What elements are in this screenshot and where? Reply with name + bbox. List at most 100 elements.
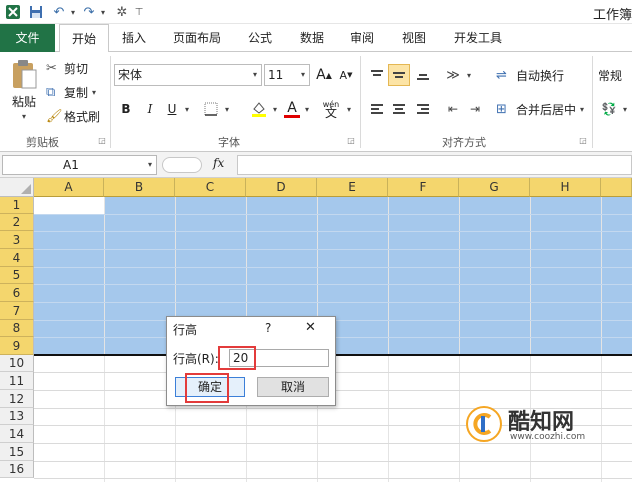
merge-center-dropdown-icon[interactable]: ▾ [580,105,584,114]
increase-indent-icon[interactable]: ⇥ [464,98,486,120]
name-box[interactable]: A1 ▾ [2,155,157,175]
text-orientation-icon[interactable]: ≫ [442,64,464,86]
italic-button[interactable]: I [140,98,160,120]
number-format-combo[interactable]: 常规 [598,64,632,86]
decrease-indent-icon[interactable]: ⇤ [442,98,464,120]
fill-color-icon[interactable] [248,98,270,120]
align-center-icon[interactable] [388,98,410,120]
increase-font-size-icon[interactable]: A ▲ [314,64,334,86]
row-header-14[interactable]: 14 [0,425,34,443]
font-size-dropdown-icon[interactable]: ▾ [301,65,305,85]
gridline [34,478,632,479]
insert-function-icon[interactable]: fx [213,156,224,170]
tab-file[interactable]: 文件 [0,24,55,52]
fill-color-dropdown-icon[interactable]: ▾ [270,98,280,120]
accounting-format-icon[interactable]: 💱 [598,98,620,120]
column-header-a[interactable]: A [34,178,104,197]
tab-view[interactable]: 视图 [392,24,436,52]
help-icon[interactable]: ? [265,321,271,335]
column-header-i[interactable] [601,178,632,197]
scissors-icon: ✂ [46,60,57,76]
underline-dropdown-icon[interactable]: ▾ [182,98,192,120]
font-color-button[interactable]: A [282,98,302,120]
orientation-dropdown-icon[interactable]: ▾ [464,64,474,86]
column-header-d[interactable]: D [246,178,317,197]
tab-formulas[interactable]: 公式 [238,24,282,52]
tools-icon[interactable]: ✲ [112,2,132,22]
excel-icon[interactable] [3,2,23,22]
font-launcher-icon[interactable]: ◲ [346,134,356,146]
formula-input[interactable] [237,155,632,175]
align-middle-icon[interactable] [388,64,410,86]
paste-icon[interactable] [6,56,42,92]
row-header-8[interactable]: 8 [0,320,34,337]
paste-button[interactable]: 粘贴 [6,92,42,110]
gridline [34,249,632,250]
select-all-corner[interactable] [0,178,34,197]
close-icon[interactable]: ✕ [305,320,316,335]
align-bottom-icon[interactable] [412,64,434,86]
font-name-combo[interactable]: 宋体 ▾ [114,64,262,86]
cancel-button[interactable]: 取消 [257,377,329,397]
phonetic-dropdown-icon[interactable]: ▾ [344,98,354,120]
decrease-font-size-icon[interactable]: A ▼ [336,64,356,86]
formula-bar-resize-handle[interactable] [162,157,202,173]
tab-insert[interactable]: 插入 [112,24,156,52]
format-painter-button[interactable]: 🖌 格式刷 [46,106,100,126]
customize-quick-access-icon[interactable]: ⊤ [134,2,144,22]
copy-button[interactable]: ⧉ 复制 ▾ [46,82,96,102]
clipboard-launcher-icon[interactable]: ◲ [97,134,107,146]
row-header-11[interactable]: 11 [0,372,34,390]
row-header-9[interactable]: 9 [0,337,34,355]
borders-dropdown-icon[interactable]: ▾ [222,98,232,120]
row-header-2[interactable]: 2 [0,214,34,231]
cut-button[interactable]: ✂ 剪切 [46,58,88,78]
row-header-1[interactable]: 1 [0,197,34,214]
phonetic-guide-icon[interactable]: wén 文 [318,98,344,120]
row-header-6[interactable]: 6 [0,284,34,302]
name-box-dropdown-icon[interactable]: ▾ [148,156,152,174]
row-header-15[interactable]: 15 [0,443,34,461]
tab-data[interactable]: 数据 [290,24,334,52]
column-header-f[interactable]: F [388,178,459,197]
copy-dropdown-icon[interactable]: ▾ [92,88,96,97]
coozhi-logo-icon [466,406,502,442]
row-header-4[interactable]: 4 [0,249,34,267]
row-header-12[interactable]: 12 [0,390,34,408]
font-name-dropdown-icon[interactable]: ▾ [253,65,257,85]
paste-dropdown-icon[interactable]: ▾ [6,110,42,122]
column-header-b[interactable]: B [104,178,175,197]
tab-home[interactable]: 开始 [59,24,109,53]
undo-dropdown-icon[interactable]: ▾ [68,2,78,22]
column-header-g[interactable]: G [459,178,530,197]
undo-icon[interactable]: ↶ [50,2,68,22]
wrap-text-button[interactable]: ⇌ 自动换行 [496,64,564,86]
font-size-combo[interactable]: 11 ▾ [264,64,310,86]
bold-button[interactable]: B [116,98,136,120]
tab-developer[interactable]: 开发工具 [446,24,510,52]
save-icon[interactable] [27,2,45,22]
redo-dropdown-icon[interactable]: ▾ [98,2,108,22]
accounting-dropdown-icon[interactable]: ▾ [620,98,630,120]
font-color-dropdown-icon[interactable]: ▾ [302,98,312,120]
row-header-16[interactable]: 16 [0,461,34,478]
row-header-3[interactable]: 3 [0,231,34,249]
redo-icon[interactable]: ↷ [80,2,98,22]
column-header-h[interactable]: H [530,178,601,197]
align-top-icon[interactable] [366,64,388,86]
merge-center-button[interactable]: ⊞ 合并后居中 ▾ [496,98,584,120]
column-header-c[interactable]: C [175,178,246,197]
tab-review[interactable]: 审阅 [340,24,384,52]
borders-icon[interactable] [200,98,222,120]
underline-button[interactable]: U [162,98,182,120]
align-left-icon[interactable] [366,98,388,120]
column-header-e[interactable]: E [317,178,388,197]
row-header-10[interactable]: 10 [0,355,34,372]
tab-page-layout[interactable]: 页面布局 [164,24,230,52]
active-cell-a1[interactable] [34,197,104,214]
alignment-launcher-icon[interactable]: ◲ [578,134,588,146]
row-header-13[interactable]: 13 [0,408,34,425]
align-right-icon[interactable] [412,98,434,120]
row-header-5[interactable]: 5 [0,267,34,284]
row-header-7[interactable]: 7 [0,302,34,320]
